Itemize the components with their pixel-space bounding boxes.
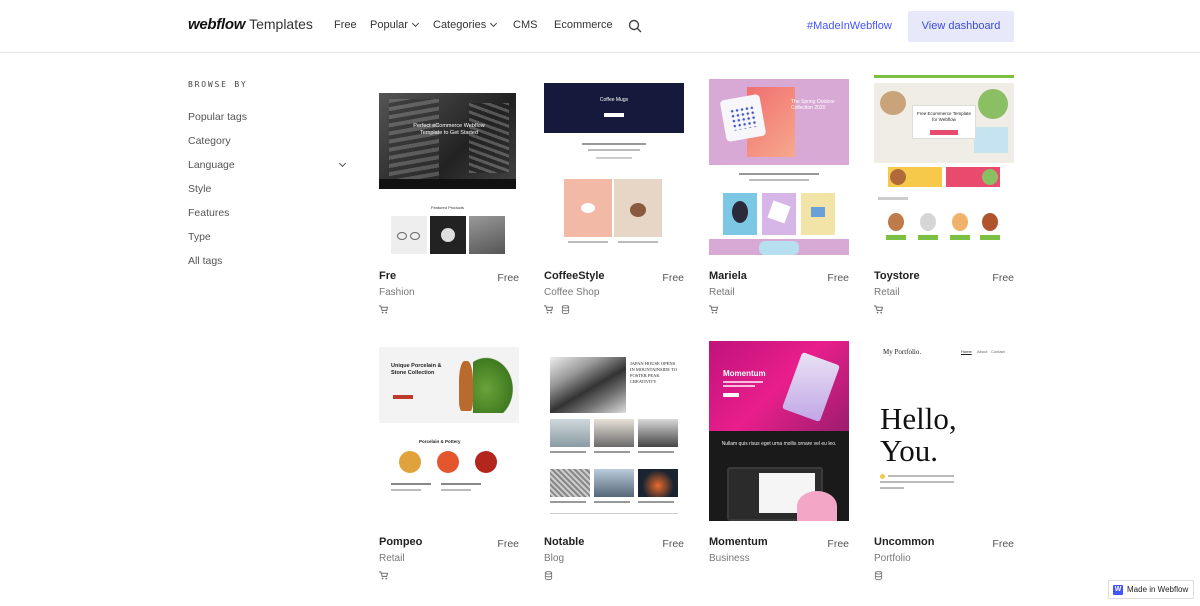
template-category[interactable]: Blog <box>544 553 564 564</box>
template-category[interactable]: Portfolio <box>874 553 911 564</box>
thumbnail-hero-text: JAPAN HOUSE OPENS IN MOUNTAINSIDE TO FOS… <box>630 361 677 384</box>
cms-icon <box>561 305 570 314</box>
thumbnail-hero-text: Coffee Mugs <box>599 97 629 103</box>
cart-icon <box>709 305 718 314</box>
template-category[interactable]: Retail <box>709 287 735 298</box>
template-thumbnail[interactable]: Perfect eCommerce Webflow Template to Ge… <box>379 75 519 255</box>
thumbnail-nav-about: About <box>977 349 988 354</box>
thumbnail-sub-text: Porcelain & Pottery <box>419 439 461 444</box>
template-name[interactable]: Mariela <box>709 270 747 282</box>
template-thumbnail[interactable]: JAPAN HOUSE OPENS IN MOUNTAINSIDE TO FOS… <box>544 341 684 521</box>
template-price: Free <box>497 538 519 550</box>
nav-categories-label: Categories <box>433 19 487 31</box>
cart-icon <box>874 305 883 314</box>
cms-icon <box>544 571 553 580</box>
chevron-down-icon <box>490 19 498 28</box>
nav-popular[interactable]: Popular <box>370 19 419 31</box>
template-category[interactable]: Retail <box>874 287 900 298</box>
sidebar-item-style[interactable]: Style <box>188 183 211 195</box>
template-thumbnail[interactable]: Coffee Mugs <box>544 75 684 255</box>
logo-suffix: Templates <box>249 16 313 32</box>
cart-icon <box>379 571 388 580</box>
sidebar-item-language[interactable]: Language <box>188 159 235 171</box>
nav-ecommerce-label: Ecommerce <box>554 19 613 31</box>
template-price: Free <box>662 538 684 550</box>
nav-free[interactable]: Free <box>334 19 357 31</box>
template-price: Free <box>827 272 849 284</box>
template-thumbnail[interactable]: Momentum Nullam quis risus eget urna mol… <box>709 341 849 521</box>
nav-ecommerce[interactable]: Ecommerce <box>554 19 613 31</box>
made-in-webflow-link[interactable]: #MadeInWebflow <box>807 20 892 32</box>
nav-cms-label: CMS <box>513 19 538 31</box>
view-dashboard-button[interactable]: View dashboard <box>908 11 1014 42</box>
thumbnail-hero-text: Perfect eCommerce Webflow Template to Ge… <box>413 123 485 136</box>
logo-brand: webflow <box>188 16 246 33</box>
thumbnail-nav-home: Home <box>961 349 972 354</box>
template-name[interactable]: CoffeeStyle <box>544 270 605 282</box>
sidebar-item-category[interactable]: Category <box>188 135 231 147</box>
thumbnail-sub-text: Featured Products <box>431 205 464 210</box>
template-category[interactable]: Fashion <box>379 287 415 298</box>
thumbnail-hero-text: Momentum <box>723 369 766 378</box>
cms-icon <box>874 571 883 580</box>
chevron-down-icon <box>411 19 419 28</box>
thumbnail-hero-text: Free Ecommerce Template for Webflow <box>917 111 971 122</box>
browse-by-heading: BROWSE BY <box>188 80 248 89</box>
nav-cms[interactable]: CMS <box>513 19 537 31</box>
webflow-logo-icon: W <box>1113 584 1123 595</box>
webflow-templates-logo[interactable]: webflow Templates <box>188 16 313 33</box>
template-name[interactable]: Notable <box>544 536 584 548</box>
template-name[interactable]: Uncommon <box>874 536 935 548</box>
template-category[interactable]: Business <box>709 553 750 564</box>
sidebar-item-all-tags[interactable]: All tags <box>188 255 222 267</box>
template-price: Free <box>662 272 684 284</box>
sidebar-item-popular-tags[interactable]: Popular tags <box>188 111 247 123</box>
thumbnail-hero-text: Unique Porcelain & Stone Collection <box>391 363 442 376</box>
chevron-down-icon[interactable] <box>338 159 347 168</box>
template-thumbnail[interactable]: My Portfolio. Home About Contact Hello, … <box>874 341 1014 521</box>
template-category[interactable]: Retail <box>379 553 405 564</box>
nav-categories[interactable]: Categories <box>433 19 498 31</box>
template-name[interactable]: Pompeo <box>379 536 422 548</box>
thumbnail-nav-contact: Contact <box>991 349 1005 354</box>
template-thumbnail[interactable]: The Spring Outdoor Collection 2020 <box>709 75 849 255</box>
template-name[interactable]: Momentum <box>709 536 768 548</box>
thumbnail-hero-text: My Portfolio. <box>883 348 922 356</box>
template-price: Free <box>497 272 519 284</box>
template-price: Free <box>827 538 849 550</box>
top-header: webflow Templates Free Popular Categories… <box>0 0 1200 53</box>
nav-popular-label: Popular <box>370 19 408 31</box>
template-thumbnail[interactable]: Free Ecommerce Template for Webflow <box>874 75 1014 255</box>
badge-label: Made in Webflow <box>1127 585 1189 594</box>
nav-free-label: Free <box>334 19 357 31</box>
template-category[interactable]: Coffee Shop <box>544 287 599 298</box>
sidebar-item-type[interactable]: Type <box>188 231 211 243</box>
sidebar-item-features[interactable]: Features <box>188 207 229 219</box>
template-name[interactable]: Fre <box>379 270 396 282</box>
thumbnail-big-text-1: Hello, <box>880 401 957 436</box>
template-price: Free <box>992 538 1014 550</box>
thumbnail-big-text-2: You. <box>880 433 939 468</box>
cart-icon <box>544 305 553 314</box>
thumbnail-sub-text: Nullam quis risus eget urna mollis ornar… <box>721 441 837 447</box>
template-thumbnail[interactable]: Unique Porcelain & Stone Collection Porc… <box>379 341 519 521</box>
template-price: Free <box>992 272 1014 284</box>
made-in-webflow-badge[interactable]: W Made in Webflow <box>1108 580 1194 599</box>
template-name[interactable]: Toystore <box>874 270 920 282</box>
cart-icon <box>379 305 388 314</box>
thumbnail-hero-text: The Spring Outdoor Collection 2020 <box>791 99 835 111</box>
search-icon[interactable] <box>628 19 642 33</box>
